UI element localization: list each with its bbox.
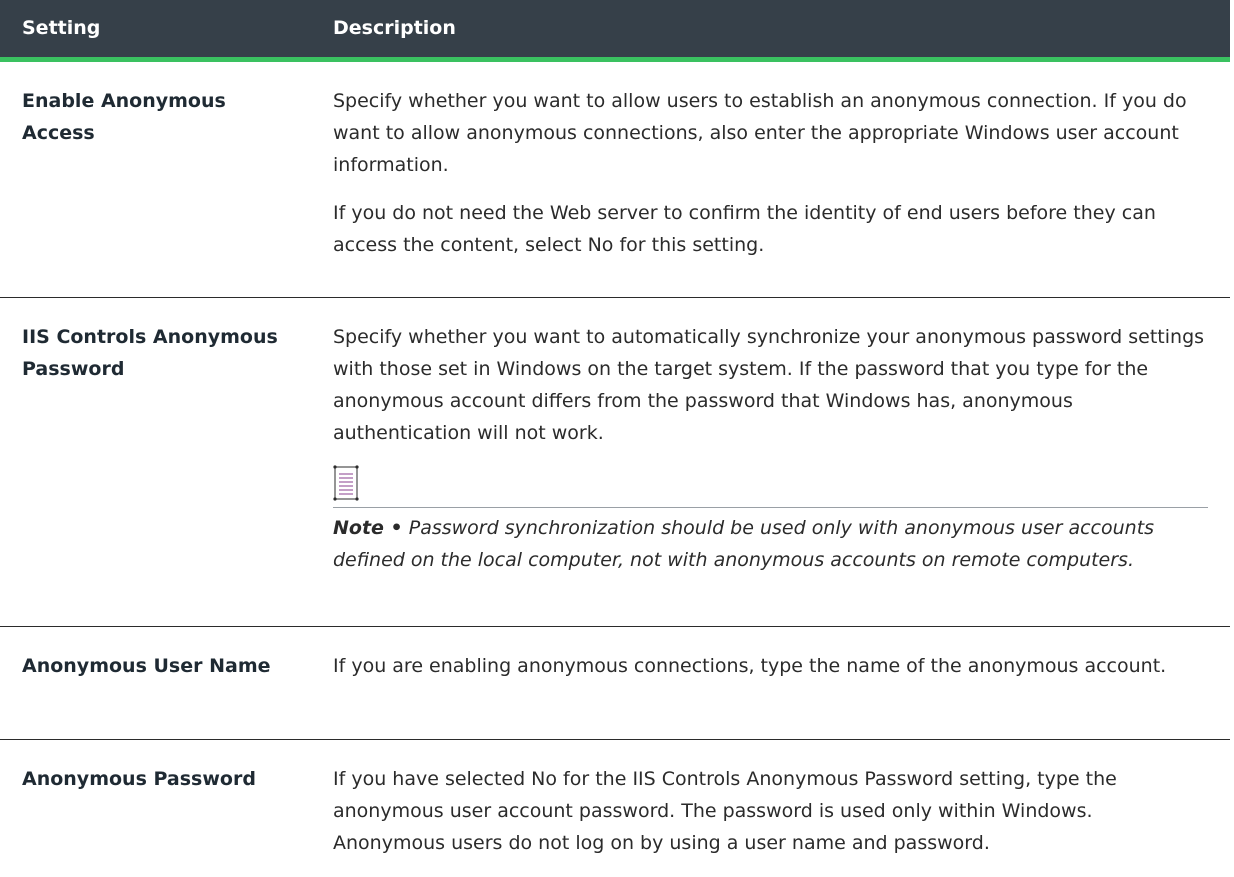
description-paragraph: If you are enabling anonymous connection… <box>333 654 1167 677</box>
description-paragraph: If you do not need the Web server to con… <box>333 201 1156 256</box>
settings-table: Setting Description Enable Anonymous Acc… <box>0 0 1230 877</box>
header-setting: Setting <box>0 0 311 62</box>
table-header-row: Setting Description <box>0 0 1230 62</box>
description-paragraph: Specify whether you want to allow users … <box>333 89 1187 176</box>
header-description: Description <box>311 0 1230 62</box>
setting-name: Anonymous Password <box>22 767 256 790</box>
setting-name: Enable Anonymous Access <box>0 59 311 298</box>
note-icon <box>333 464 359 501</box>
table-row: Anonymous Password If you have selected … <box>0 739 1230 877</box>
note-block: Note • Password synchronization should b… <box>333 464 1208 576</box>
note-body: Password synchronization should be used … <box>333 516 1155 571</box>
setting-description: If you have selected No for the IIS Cont… <box>311 739 1230 877</box>
note-divider <box>333 506 1208 508</box>
table-row: Enable Anonymous Access Specify whether … <box>0 59 1230 298</box>
setting-description: Specify whether you want to automaticall… <box>311 297 1230 627</box>
note-text: Note • Password synchronization should b… <box>333 512 1208 576</box>
setting-description: If you are enabling anonymous connection… <box>311 626 1230 740</box>
description-paragraph: If you have selected No for the IIS Cont… <box>333 767 1117 854</box>
table-row: Anonymous User Name If you are enabling … <box>0 626 1230 740</box>
setting-name: IIS Controls Anonymous Password <box>0 297 311 627</box>
table-row: IIS Controls Anonymous Password Specify … <box>0 297 1230 627</box>
note-label: Note • <box>333 516 403 539</box>
setting-description: Specify whether you want to allow users … <box>311 59 1230 298</box>
description-paragraph: Specify whether you want to automaticall… <box>333 325 1205 444</box>
setting-name: Anonymous User Name <box>0 626 311 740</box>
